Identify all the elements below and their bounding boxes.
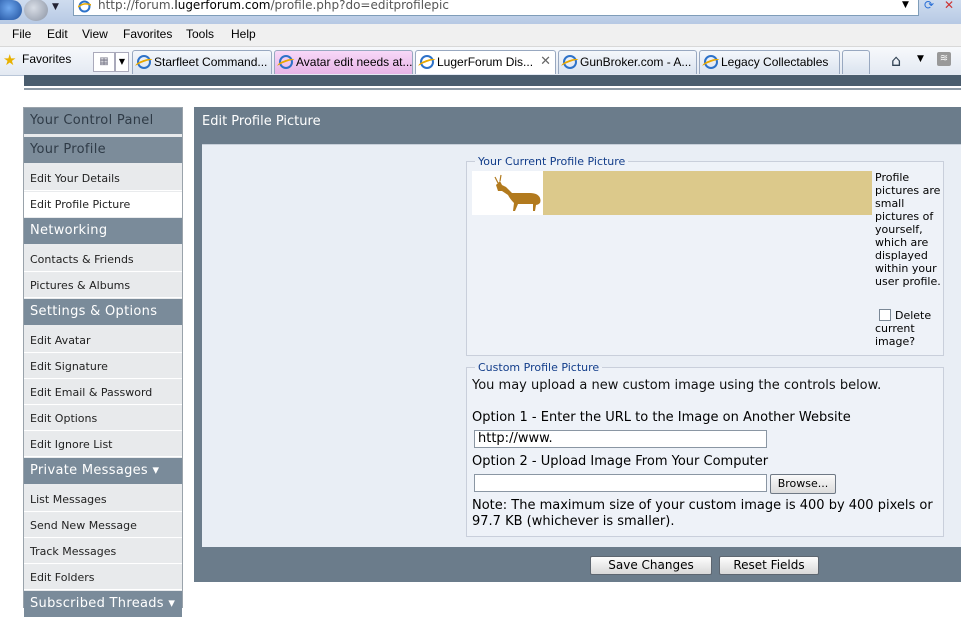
sidebar-item-edit-email[interactable]: Edit Email & Password bbox=[24, 380, 182, 405]
sidebar-item-edit-folders[interactable]: Edit Folders bbox=[24, 565, 182, 590]
home-dropdown-icon[interactable]: ▼ bbox=[917, 54, 924, 64]
sidebar-header-subscribed-threads[interactable]: Subscribed Threads ▾ bbox=[24, 591, 182, 617]
home-icon[interactable]: ⌂ bbox=[891, 51, 901, 70]
upload-intro-text: You may upload a new custom image using … bbox=[472, 378, 882, 393]
back-button[interactable] bbox=[0, 0, 22, 20]
new-tab-button[interactable] bbox=[842, 50, 870, 74]
ie-icon bbox=[704, 55, 718, 69]
save-changes-button[interactable]: Save Changes bbox=[590, 556, 712, 575]
sidebar-item-edit-details[interactable]: Edit Your Details bbox=[24, 166, 182, 191]
collapse-arrow-icon: ▾ bbox=[152, 463, 160, 478]
sidebar-item-edit-picture[interactable]: Edit Profile Picture bbox=[24, 192, 182, 217]
sidebar-header-settings[interactable]: Settings & Options bbox=[24, 299, 182, 325]
divider bbox=[24, 88, 961, 90]
history-dropdown-icon[interactable]: ▼ bbox=[52, 2, 59, 12]
refresh-icon[interactable]: ⟳ bbox=[924, 0, 934, 12]
custom-picture-legend: Custom Profile Picture bbox=[478, 361, 600, 374]
sidebar-item-edit-avatar[interactable]: Edit Avatar bbox=[24, 328, 182, 353]
sidebar-item-pictures[interactable]: Pictures & Albums bbox=[24, 273, 182, 298]
menu-edit[interactable]: Edit bbox=[47, 27, 68, 41]
sidebar-item-edit-signature[interactable]: Edit Signature bbox=[24, 354, 182, 379]
tab-gunbroker[interactable]: GunBroker.com - A... bbox=[558, 50, 697, 74]
option2-label: Option 2 - Upload Image From Your Comput… bbox=[472, 454, 769, 469]
ie-icon bbox=[137, 55, 151, 69]
favorites-star-icon[interactable]: ★ bbox=[3, 51, 16, 69]
sidebar-header-private-messages[interactable]: Private Messages ▾ bbox=[24, 458, 182, 484]
url-text[interactable]: http://forum.lugerforum.com/profile.php?… bbox=[98, 0, 449, 12]
tab-starfleet[interactable]: Starfleet Command... bbox=[132, 50, 272, 74]
stop-icon[interactable]: ✕ bbox=[944, 0, 954, 12]
forward-button[interactable] bbox=[24, 0, 48, 21]
menu-file[interactable]: File bbox=[12, 27, 31, 41]
quick-tabs-icon[interactable]: ▦ bbox=[93, 52, 115, 72]
image-url-input[interactable]: http://www. bbox=[474, 430, 767, 448]
panel-title: Edit Profile Picture bbox=[202, 114, 321, 129]
close-tab-icon[interactable]: ✕ bbox=[540, 53, 551, 69]
sidebar-header-your-profile[interactable]: Your Profile bbox=[24, 137, 182, 163]
tab-list-dropdown-icon[interactable]: ▼ bbox=[115, 52, 129, 72]
tab-lugerforum[interactable]: LugerForum Dis... ✕ bbox=[415, 50, 556, 74]
size-note: Note: The maximum size of your custom im… bbox=[472, 498, 933, 529]
option1-label: Option 1 - Enter the URL to the Image on… bbox=[472, 410, 851, 425]
favorites-button[interactable]: Favorites bbox=[22, 52, 71, 66]
menu-tools[interactable]: Tools bbox=[186, 27, 214, 41]
picture-description: Profile pictures are small pictures of y… bbox=[875, 171, 941, 288]
feeds-icon[interactable]: ≋ bbox=[937, 52, 951, 66]
sidebar-header-networking[interactable]: Networking bbox=[24, 218, 182, 244]
ie-icon bbox=[563, 55, 577, 69]
sidebar-item-track-messages[interactable]: Track Messages bbox=[24, 539, 182, 564]
sidebar-item-edit-ignore[interactable]: Edit Ignore List bbox=[24, 432, 182, 457]
reset-fields-button[interactable]: Reset Fields bbox=[719, 556, 819, 575]
sidebar-item-list-messages[interactable]: List Messages bbox=[24, 487, 182, 512]
current-picture-legend: Your Current Profile Picture bbox=[478, 155, 626, 168]
tab-avatar-edit[interactable]: Avatar edit needs at... bbox=[274, 50, 413, 74]
delete-image-checkbox[interactable] bbox=[879, 309, 891, 321]
sidebar-header-control-panel[interactable]: Your Control Panel bbox=[24, 108, 182, 134]
forum-nav-strip bbox=[24, 75, 961, 86]
ie-page-icon bbox=[78, 0, 91, 13]
deer-picture bbox=[494, 174, 541, 211]
sidebar-item-send-message[interactable]: Send New Message bbox=[24, 513, 182, 538]
sidebar-item-edit-options[interactable]: Edit Options bbox=[24, 406, 182, 431]
ie-icon bbox=[420, 55, 434, 69]
url-dropdown-icon[interactable]: ▼ bbox=[902, 0, 909, 10]
menu-view[interactable]: View bbox=[82, 27, 108, 41]
menu-help[interactable]: Help bbox=[231, 27, 256, 41]
sidebar-item-contacts[interactable]: Contacts & Friends bbox=[24, 247, 182, 272]
file-path-input[interactable] bbox=[474, 474, 767, 492]
browse-button[interactable]: Browse... bbox=[770, 474, 836, 494]
menu-favorites[interactable]: Favorites bbox=[123, 27, 172, 41]
ie-icon bbox=[279, 55, 293, 69]
collapse-arrow-icon: ▾ bbox=[168, 596, 176, 611]
tab-legacy[interactable]: Legacy Collectables bbox=[699, 50, 840, 74]
